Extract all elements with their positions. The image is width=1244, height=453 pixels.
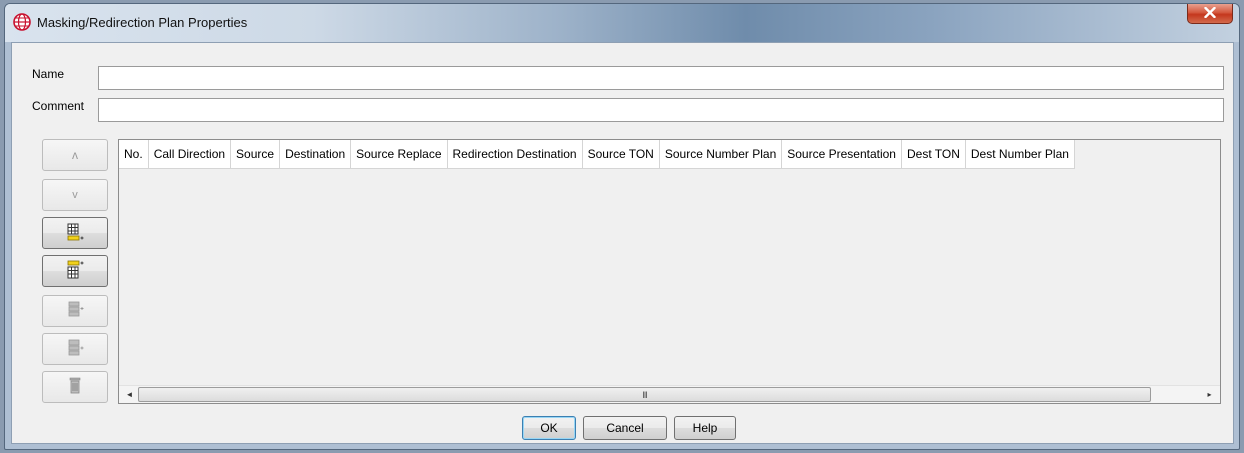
comment-label: Comment: [32, 99, 85, 113]
dialog-window: Masking/Redirection Plan Properties Name…: [4, 3, 1240, 450]
scrollbar-grip: III: [642, 389, 647, 400]
close-icon: [1204, 6, 1216, 21]
window-title: Masking/Redirection Plan Properties: [37, 15, 248, 30]
column-header-dest-ton[interactable]: Dest TON: [902, 140, 966, 169]
column-header-source-replace[interactable]: Source Replace: [351, 140, 448, 169]
rules-table[interactable]: No. Call Direction Source Destination So…: [118, 139, 1221, 404]
add-rule-icon: [65, 300, 85, 323]
move-up-icon: ʌ: [72, 148, 78, 162]
title-bar[interactable]: Masking/Redirection Plan Properties: [5, 4, 1239, 42]
scroll-left-icon[interactable]: ◄: [121, 386, 138, 403]
delete-row-button[interactable]: [42, 371, 108, 403]
move-down-icon: v: [72, 189, 78, 201]
add-rule-alt-button[interactable]: [42, 333, 108, 365]
column-header-source-number-plan[interactable]: Source Number Plan: [660, 140, 783, 169]
column-header-destination[interactable]: Destination: [280, 140, 352, 169]
scrollbar-thumb[interactable]: III: [138, 387, 1151, 402]
insert-row-above-button[interactable]: [42, 255, 108, 287]
name-label: Name: [32, 67, 65, 81]
add-rule-button[interactable]: [42, 295, 108, 327]
name-field[interactable]: [98, 66, 1224, 90]
column-header-no[interactable]: No.: [119, 140, 149, 169]
dialog-content: Name Comment ʌ v No. Call Direction Sour…: [11, 42, 1234, 444]
scroll-right-icon[interactable]: ▸: [1201, 386, 1218, 403]
insert-row-below-icon: [65, 222, 85, 245]
table-header: No. Call Direction Source Destination So…: [119, 140, 1075, 169]
ok-button[interactable]: OK: [522, 416, 576, 440]
column-header-call-direction[interactable]: Call Direction: [149, 140, 232, 169]
add-rule-alt-icon: [65, 338, 85, 361]
move-up-button[interactable]: ʌ: [42, 139, 108, 171]
column-header-source-presentation[interactable]: Source Presentation: [782, 140, 902, 169]
horizontal-scrollbar[interactable]: ◄ III ▸: [119, 385, 1220, 403]
comment-field[interactable]: [98, 98, 1224, 122]
help-button[interactable]: Help: [674, 416, 736, 440]
insert-row-above-icon: [65, 260, 85, 283]
column-header-source-ton[interactable]: Source TON: [583, 140, 660, 169]
close-button[interactable]: [1187, 4, 1233, 24]
column-header-dest-number-plan[interactable]: Dest Number Plan: [966, 140, 1075, 169]
globe-icon: [13, 13, 31, 31]
column-header-source[interactable]: Source: [231, 140, 281, 169]
delete-row-icon: [65, 376, 85, 399]
move-down-button[interactable]: v: [42, 179, 108, 211]
cancel-button[interactable]: Cancel: [583, 416, 667, 440]
column-header-redirection-destination[interactable]: Redirection Destination: [448, 140, 583, 169]
insert-row-below-button[interactable]: [42, 217, 108, 249]
